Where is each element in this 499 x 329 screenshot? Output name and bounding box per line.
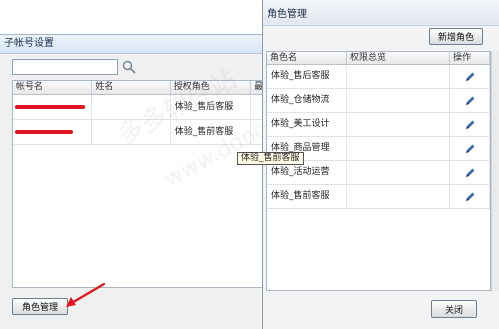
role-management-button[interactable]: 角色管理 [12,298,68,315]
annotation-arrow-icon [66,282,106,307]
sub-account-window-title: 子帐号设置 [0,34,265,54]
name-cell [92,120,171,144]
redaction-mark [15,130,73,134]
role-row[interactable]: 体验_美工设计 [267,113,490,137]
role-name-cell: 体验_售前客服 [267,185,347,208]
permissions-cell [347,65,450,88]
account-cell [13,120,93,144]
table-row[interactable]: 体验_售后客服 [13,95,264,120]
name-cell [92,95,171,119]
column-header-role[interactable]: 授权角色 [171,81,252,94]
column-header-actions[interactable]: 操作 [450,52,490,64]
role-table: 角色名 权限总览 操作 体验_售后客服 体验_仓储物流 体验_美工设计 体验_商… [266,51,491,291]
role-row[interactable]: 体验_售后客服 [267,65,490,89]
permissions-cell [347,113,450,136]
edit-pencil-icon[interactable] [464,191,476,203]
role-row[interactable]: 体验_售前客服 [267,185,490,209]
column-header-permissions[interactable]: 权限总览 [347,52,450,64]
role-name-cell: 体验_仓储物流 [267,89,347,112]
dialog-title: 角色管理 [267,9,307,20]
add-role-button[interactable]: 新增角色 [429,28,483,45]
permissions-cell [347,137,450,160]
dialog-scrollbar[interactable] [491,51,499,291]
redaction-mark [15,105,85,109]
permissions-cell [347,161,450,184]
role-name-cell: 体验_美工设计 [267,113,347,136]
window-top-area [0,0,265,34]
column-header-name[interactable]: 姓名 [92,81,171,94]
role-row[interactable]: 体验_仓储物流 [267,89,490,113]
search-input[interactable] [12,59,118,75]
close-button[interactable]: 关闭 [431,300,477,318]
actions-cell [450,65,490,88]
search-icon[interactable] [122,60,136,74]
sub-account-window: 子帐号设置 帐号名 姓名 授权角色 最 体验_售后客服 体验_售前客服 角色管理 [0,0,265,329]
actions-cell [450,89,490,112]
column-header-role-name[interactable]: 角色名 [267,52,347,64]
actions-cell [450,137,490,160]
sub-account-table: 帐号名 姓名 授权角色 最 体验_售后客服 体验_售前客服 [12,80,265,288]
permissions-cell [347,185,450,208]
role-cell: 体验_售后客服 [171,95,252,119]
role-tooltip: 体验_售前客服 [237,152,304,165]
search-area [12,59,136,75]
column-header-account[interactable]: 帐号名 [13,81,93,94]
table-row[interactable]: 体验_售前客服 [13,120,264,145]
actions-cell [450,113,490,136]
role-name-cell: 体验_售后客服 [267,65,347,88]
edit-pencil-icon[interactable] [464,143,476,155]
edit-pencil-icon[interactable] [464,119,476,131]
actions-cell [450,161,490,184]
permissions-cell [347,89,450,112]
edit-pencil-icon[interactable] [464,71,476,83]
edit-pencil-icon[interactable] [464,95,476,107]
role-table-header: 角色名 权限总览 操作 [267,52,490,65]
account-cell [13,95,93,119]
actions-cell [450,185,490,208]
edit-pencil-icon[interactable] [464,167,476,179]
table-header: 帐号名 姓名 授权角色 最 [13,81,264,95]
role-cell: 体验_售前客服 [171,120,252,144]
